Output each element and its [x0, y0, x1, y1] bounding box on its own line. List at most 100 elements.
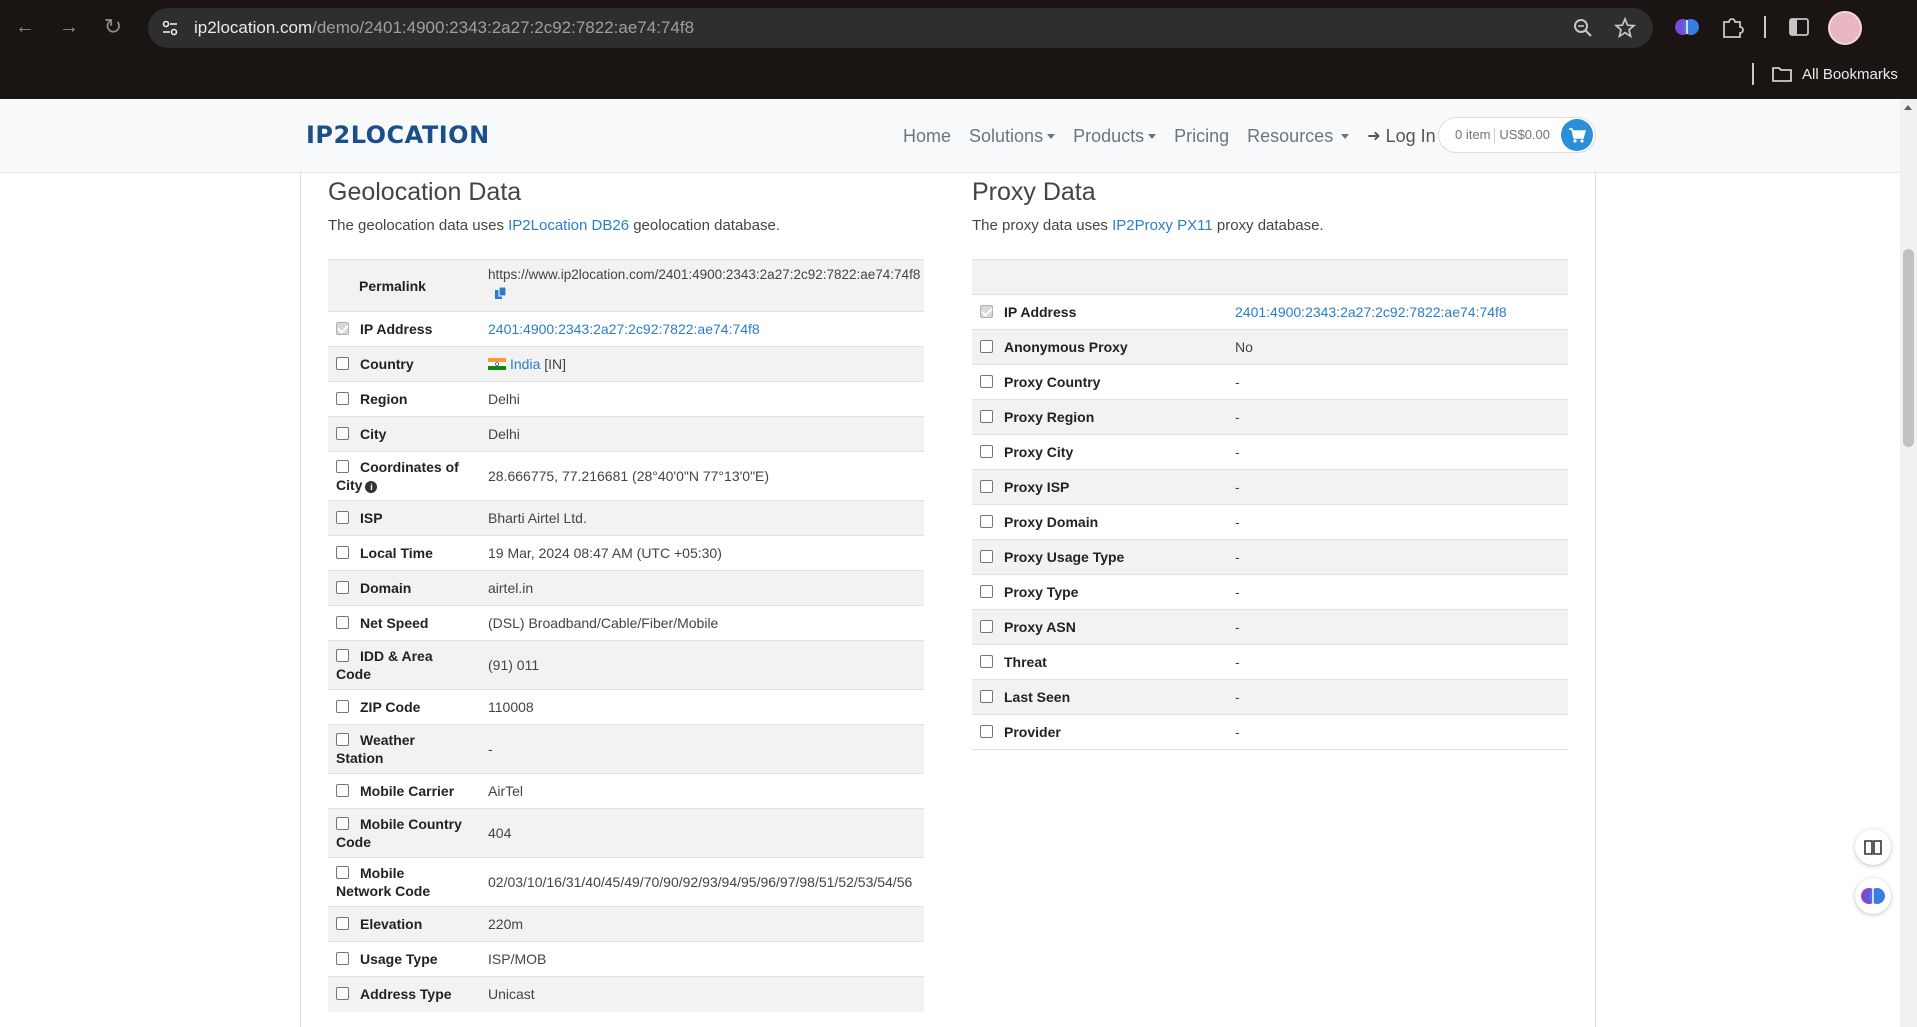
provider-label-cell: Provider [972, 714, 1217, 750]
zip-code-checkbox[interactable] [336, 700, 349, 713]
zip-code-value: 110008 [470, 689, 924, 725]
nav-solutions[interactable]: Solutions [969, 126, 1056, 147]
domain-checkbox[interactable] [336, 581, 349, 594]
mobile-country-code-label-cell: Mobile Country Code [328, 808, 470, 858]
proxy-ip-link[interactable]: 2401:4900:2343:2a27:2c92:7822:ae74:74f8 [1235, 304, 1507, 320]
permalink-cell: https://www.ip2location.com/2401:4900:23… [470, 259, 924, 312]
city-checkbox[interactable] [336, 427, 349, 440]
copy-icon[interactable] [495, 287, 507, 300]
proxy-isp-label: Proxy ISP [1004, 479, 1070, 495]
table-row: City Delhi [328, 416, 924, 452]
profile-avatar[interactable] [1828, 11, 1862, 45]
cart-widget[interactable]: 0 item US$0.00 [1438, 117, 1596, 153]
proxy-ip-label: IP Address [1004, 304, 1077, 320]
proxy-table: IP Address 2401:4900:2343:2a27:2c92:7822… [972, 259, 1568, 750]
isp-checkbox[interactable] [336, 511, 349, 524]
isp-value: Bharti Airtel Ltd. [470, 500, 924, 536]
table-row: Permalink https://www.ip2location.com/24… [328, 259, 924, 312]
reader-mode-button[interactable] [1855, 829, 1891, 865]
url-path: /demo/2401:4900:2343:2a27:2c92:7822:ae74… [312, 18, 695, 37]
site-settings-icon[interactable] [160, 18, 180, 38]
proxy-usage-type-checkbox[interactable] [980, 550, 993, 563]
weather-station-checkbox[interactable] [336, 733, 349, 746]
all-bookmarks-button[interactable]: All Bookmarks [1772, 60, 1898, 88]
db26-link[interactable]: IP2Location DB26 [508, 217, 629, 234]
star-icon[interactable] [1614, 17, 1636, 39]
forward-icon[interactable]: → [54, 12, 84, 42]
threat-checkbox[interactable] [980, 655, 993, 668]
page-scrollbar[interactable] [1900, 99, 1917, 1027]
proxy-ip-checkbox [980, 305, 993, 318]
url-text: ip2location.com/demo/2401:4900:2343:2a27… [194, 8, 694, 48]
local-time-value: 19 Mar, 2024 08:47 AM (UTC +05:30) [470, 535, 924, 571]
elevation-checkbox[interactable] [336, 917, 349, 930]
proxy-domain-label: Proxy Domain [1004, 514, 1099, 530]
provider-checkbox[interactable] [980, 725, 993, 738]
mobile-country-code-checkbox[interactable] [336, 817, 349, 830]
site-logo[interactable]: IP2LOCATION [306, 121, 490, 149]
mobile-carrier-checkbox[interactable] [336, 784, 349, 797]
proxy-asn-checkbox[interactable] [980, 620, 993, 633]
nav-home[interactable]: Home [903, 126, 951, 147]
local-time-checkbox[interactable] [336, 546, 349, 559]
weather-station-value: - [470, 724, 924, 774]
ip-address-link[interactable]: 2401:4900:2343:2a27:2c92:7822:ae74:74f8 [488, 321, 760, 337]
country-link[interactable]: India [510, 356, 540, 372]
proxy-country-checkbox[interactable] [980, 375, 993, 388]
bookmarks-divider [1752, 63, 1754, 85]
country-checkbox[interactable] [336, 357, 349, 370]
scroll-up-arrow-icon[interactable] [1904, 105, 1912, 110]
proxy-domain-checkbox[interactable] [980, 515, 993, 528]
info-icon[interactable]: i [365, 481, 378, 493]
cart-summary: 0 item US$0.00 [1455, 118, 1550, 152]
extensions-puzzle-icon[interactable] [1719, 14, 1745, 40]
px11-link[interactable]: IP2Proxy PX11 [1112, 217, 1213, 234]
mobile-network-code-checkbox[interactable] [336, 866, 349, 879]
anonymous-proxy-label: Anonymous Proxy [1004, 339, 1128, 355]
side-panel-icon[interactable] [1786, 14, 1812, 40]
proxy-isp-checkbox[interactable] [980, 480, 993, 493]
region-checkbox[interactable] [336, 392, 349, 405]
table-row: Threat - [972, 644, 1568, 680]
reload-icon[interactable]: ↻ [98, 12, 128, 42]
coordinates-of-city-checkbox[interactable] [336, 460, 349, 473]
proxy-city-checkbox[interactable] [980, 445, 993, 458]
anonymous-proxy-value: No [1217, 329, 1568, 365]
table-row: Elevation 220m [328, 906, 924, 942]
scrollbar-thumb[interactable] [1903, 249, 1914, 447]
net-speed-checkbox[interactable] [336, 616, 349, 629]
nav-pricing[interactable]: Pricing [1174, 126, 1229, 147]
mobile-carrier-label: Mobile Carrier [360, 783, 455, 799]
geolocation-table: Permalink https://www.ip2location.com/24… [328, 259, 924, 1012]
last-seen-checkbox[interactable] [980, 690, 993, 703]
address-bar[interactable]: ip2location.com/demo/2401:4900:2343:2a27… [148, 8, 1653, 48]
proxy-desc-post: proxy database. [1212, 217, 1324, 234]
zoom-icon[interactable] [1572, 17, 1594, 39]
address-type-checkbox[interactable] [336, 987, 349, 1001]
ai-assistant-button[interactable] [1855, 878, 1891, 914]
zip-code-label-cell: ZIP Code [328, 689, 470, 725]
url-host: ip2location.com [194, 18, 313, 37]
usage-type-checkbox[interactable] [336, 952, 349, 965]
table-row: Net Speed (DSL) Broadband/Cable/Fiber/Mob… [328, 605, 924, 641]
cart-button[interactable] [1561, 119, 1593, 151]
idd-area-code-checkbox[interactable] [336, 649, 349, 662]
proxy-region-checkbox[interactable] [980, 410, 993, 423]
table-row: Domain airtel.in [328, 570, 924, 606]
anonymous-proxy-checkbox[interactable] [980, 340, 993, 353]
extension-brain-icon[interactable] [1674, 14, 1700, 40]
net-speed-label-cell: Net Speed [328, 605, 470, 641]
proxy-usage-type-value: - [1217, 539, 1568, 575]
nav-resources-label: Resources [1247, 125, 1334, 146]
nav-resources[interactable]: Resources [1247, 125, 1350, 147]
threat-label: Threat [1004, 654, 1047, 670]
table-row: Mobile Network Code 02/03/10/16/31/40/45/… [328, 857, 924, 907]
table-row: Mobile Country Code 404 [328, 808, 924, 858]
proxy-asn-label: Proxy ASN [1004, 619, 1076, 635]
city-label-cell: City [328, 416, 470, 452]
table-row: Anonymous Proxy No [972, 329, 1568, 365]
proxy-type-checkbox[interactable] [980, 585, 993, 598]
nav-products[interactable]: Products [1073, 126, 1157, 147]
back-icon[interactable]: ← [10, 12, 40, 42]
address-type-value: Unicast [470, 976, 924, 1012]
